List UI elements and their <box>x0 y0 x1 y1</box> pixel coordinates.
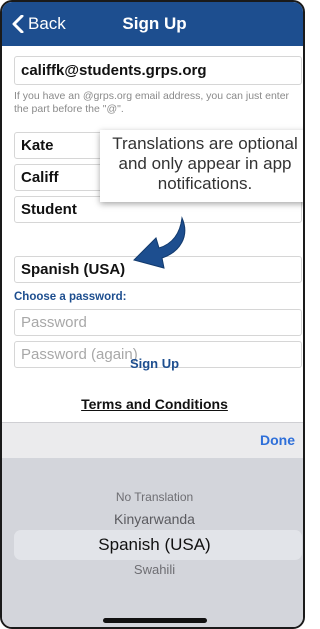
done-button[interactable]: Done <box>260 432 295 448</box>
callout-line: Translations are optional <box>112 134 298 153</box>
picker-option[interactable]: No Translation <box>2 490 303 504</box>
home-indicator[interactable] <box>103 618 207 623</box>
email-hint: If you have an @grps.org email address, … <box>14 90 290 115</box>
language-picker[interactable]: No Translation Kinyarwanda Spanish (USA)… <box>2 458 303 627</box>
page-title: Sign Up <box>122 14 187 33</box>
annotation-arrow-icon <box>133 216 186 269</box>
email-field[interactable]: califfk@students.grps.org <box>14 56 302 85</box>
password-section-label: Choose a password: <box>14 291 127 303</box>
terms-link[interactable]: Terms and Conditions <box>2 396 303 412</box>
callout-line: and only appear in app <box>118 154 292 173</box>
picker-option[interactable]: Swahili <box>2 562 303 577</box>
phone-screen: Back Sign Up califfk@students.grps.org I… <box>0 0 305 629</box>
picker-option-selected[interactable]: Spanish (USA) <box>2 535 303 555</box>
password-field[interactable]: Password <box>14 309 302 336</box>
picker-toolbar: Done <box>2 422 303 458</box>
picker-option[interactable]: Kinyarwanda <box>2 511 303 527</box>
sign-up-button[interactable]: Sign Up <box>2 356 303 371</box>
callout-line: notifications. <box>157 174 253 193</box>
translation-callout: Translations are optional and only appea… <box>100 130 303 202</box>
nav-bar: Back Sign Up <box>2 2 303 46</box>
